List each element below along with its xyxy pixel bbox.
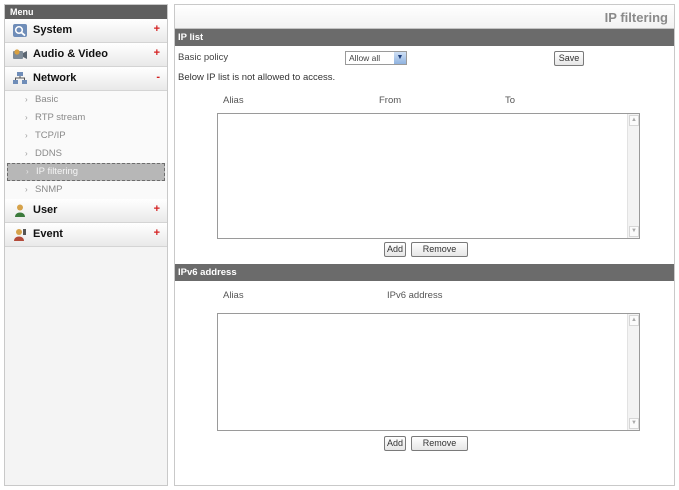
network-icon	[13, 72, 27, 84]
page-title: IP filtering	[175, 5, 674, 29]
chevron-down-icon[interactable]: ▼	[394, 52, 406, 64]
sidebar-subitem-label: TCP/IP	[35, 130, 66, 141]
sidebar-item-audio-video[interactable]: Audio & Video +	[5, 43, 167, 67]
access-notice: Below IP list is not allowed to access.	[178, 72, 336, 83]
scroll-down-icon[interactable]: ▼	[629, 226, 639, 237]
basic-policy-label: Basic policy	[178, 52, 229, 63]
basic-policy-value: Allow all	[349, 53, 381, 63]
expand-icon: +	[153, 23, 160, 35]
bullet-arrow-icon: ›	[25, 149, 28, 158]
notice-row: Below IP list is not allowed to access.	[175, 70, 674, 90]
remove-ipv6-button[interactable]: Remove	[411, 436, 468, 451]
basic-policy-select[interactable]: Allow all ▼	[345, 51, 407, 65]
sidebar-subitem-label: Basic	[35, 94, 59, 105]
sidebar-subitem-label: SNMP	[35, 184, 63, 195]
expand-icon: +	[153, 203, 160, 215]
ip-list-column-headers: Alias From To	[175, 90, 674, 110]
sidebar-subitem-tcp-ip[interactable]: › TCP/IP	[5, 127, 167, 145]
ip-list-area: ▲ ▼	[175, 110, 674, 240]
sidebar-item-event[interactable]: Event +	[5, 223, 167, 247]
ipv6-column-headers: Alias IPv6 address	[175, 281, 674, 303]
sidebar-item-label: User	[33, 204, 58, 216]
sidebar-subitem-snmp[interactable]: › SNMP	[5, 181, 167, 199]
sidebar-item-label: Audio & Video	[33, 48, 108, 60]
sidebar-item-label: System	[33, 24, 73, 36]
sidebar-subitem-label: RTP stream	[35, 112, 86, 123]
column-header-alias: Alias	[223, 95, 244, 106]
sidebar-subitem-label: DDNS	[35, 148, 62, 159]
magnifier-icon	[13, 24, 27, 37]
expand-icon: +	[153, 227, 160, 239]
sidebar-item-label: Event	[33, 228, 63, 240]
sidebar-subitem-ddns[interactable]: › DDNS	[5, 145, 167, 163]
add-ipv6-button[interactable]: Add	[384, 436, 406, 451]
scroll-down-icon[interactable]: ▼	[629, 418, 639, 429]
column-header-alias: Alias	[223, 290, 244, 301]
user-icon	[15, 204, 25, 217]
sidebar-subitem-basic[interactable]: › Basic	[5, 91, 167, 109]
ip-list-section-header: IP list	[175, 29, 674, 46]
sidebar-subitem-label: IP filtering	[36, 166, 79, 177]
column-header-from: From	[379, 95, 402, 106]
bullet-arrow-icon: ›	[25, 113, 28, 122]
sidebar-item-system[interactable]: System +	[5, 19, 167, 43]
event-icon	[14, 229, 26, 241]
camera-icon	[13, 49, 27, 59]
sidebar-item-label: Network	[33, 72, 77, 84]
ipv6-list-box[interactable]: ▲ ▼	[217, 313, 640, 431]
basic-policy-row: Basic policy Allow all ▼ Save	[175, 46, 674, 70]
sidebar-item-user[interactable]: User +	[5, 199, 167, 223]
sidebar-subitem-rtp-stream[interactable]: › RTP stream	[5, 109, 167, 127]
remove-ip-button[interactable]: Remove	[411, 242, 468, 257]
sidebar-item-network[interactable]: Network -	[5, 67, 167, 91]
ipv6-list-scrollbar[interactable]: ▲ ▼	[627, 314, 639, 430]
ipv6-section-header: IPv6 address	[175, 264, 674, 281]
sidebar-subitem-ip-filtering[interactable]: › IP filtering	[7, 163, 165, 181]
bullet-arrow-icon: ›	[25, 95, 28, 104]
ip-list-box[interactable]: ▲ ▼	[217, 113, 640, 239]
save-button[interactable]: Save	[554, 51, 584, 66]
scroll-up-icon[interactable]: ▲	[629, 315, 639, 326]
add-ip-button[interactable]: Add	[384, 242, 406, 257]
column-header-to: To	[505, 95, 516, 106]
collapse-icon: -	[156, 71, 160, 83]
expand-icon: +	[153, 47, 160, 59]
scroll-up-icon[interactable]: ▲	[629, 115, 639, 126]
bullet-arrow-icon: ›	[25, 131, 28, 140]
bullet-arrow-icon: ›	[26, 167, 29, 176]
ip-list-scrollbar[interactable]: ▲ ▼	[627, 114, 639, 238]
bullet-arrow-icon: ›	[25, 185, 28, 194]
ipv6-actions: Add Remove	[175, 433, 674, 455]
main-panel: IP filtering IP list Basic policy Allow …	[174, 4, 675, 486]
sidebar-menu: Menu System + Audio & Video + Network - …	[4, 4, 168, 486]
column-header-ipv6-address: IPv6 address	[387, 290, 443, 301]
menu-header: Menu	[5, 5, 167, 19]
ipv6-list-area: ▲ ▼	[175, 303, 674, 433]
ip-list-actions: Add Remove	[175, 240, 674, 262]
